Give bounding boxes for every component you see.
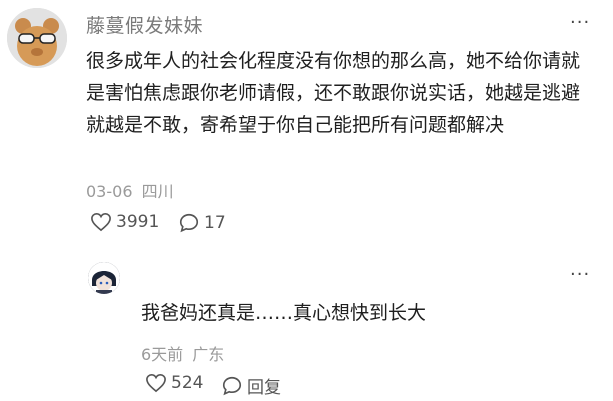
reply-count: 17 <box>204 213 226 233</box>
comment-date: 03-06 <box>86 182 133 201</box>
like-button[interactable]: 3991 <box>90 212 159 232</box>
reply-like-count: 524 <box>171 373 204 393</box>
reply-like-button[interactable]: 524 <box>145 373 203 393</box>
reply-count-button[interactable]: 17 <box>178 212 226 234</box>
comment-username[interactable]: 藤蔓假发妹妹 <box>86 11 203 38</box>
anime-avatar-icon <box>88 262 120 294</box>
more-options-icon[interactable]: ··· <box>570 12 590 33</box>
reply-user-avatar[interactable] <box>88 262 120 294</box>
comment-icon <box>222 376 242 395</box>
comment-meta: 03-06 四川 <box>86 178 174 202</box>
heart-icon <box>91 212 111 232</box>
reply-date: 6天前 <box>141 345 184 364</box>
reply-more-options-icon[interactable]: ··· <box>570 264 590 285</box>
reply-label: 回复 <box>247 378 281 398</box>
user-avatar[interactable] <box>7 8 67 68</box>
bear-avatar-icon <box>7 8 67 68</box>
comment-location: 四川 <box>141 182 174 201</box>
reply-body: 我爸妈还真是……真心想快到长大 <box>141 302 427 324</box>
comment-body: 很多成年人的社会化程度没有你想的那么高，她不给你请就是害怕焦虑跟你老师请假，还不… <box>86 50 581 136</box>
heart-icon <box>146 373 166 393</box>
comment-icon <box>179 213 199 233</box>
like-count: 3991 <box>116 212 160 232</box>
reply-location: 广东 <box>192 345 225 364</box>
reply-meta: 6天前 广东 <box>141 341 224 365</box>
reply-button[interactable]: 回复 <box>221 373 281 398</box>
